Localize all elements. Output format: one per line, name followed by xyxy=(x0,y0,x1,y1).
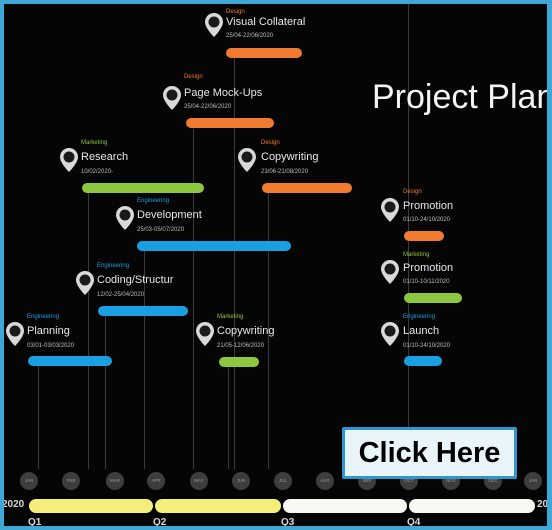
task-dates: 01/10-24/10/2020 xyxy=(403,343,451,349)
task-bar xyxy=(226,48,302,58)
month-marker: JUN xyxy=(232,472,250,490)
project-plan-slide: Project Plan Design Visual Collateral 25… xyxy=(4,4,547,526)
timeline-guide-line xyxy=(193,129,194,469)
task-bar xyxy=(186,118,274,128)
task-dates: 25/04-22/06/2020 xyxy=(226,33,274,39)
task-dates: 01/10-24/10/2020 xyxy=(403,217,451,223)
task-name: Launch xyxy=(403,325,440,337)
task-category: Design xyxy=(226,9,245,15)
location-pin-icon xyxy=(381,260,399,284)
task-category: Design xyxy=(184,74,203,80)
location-pin-icon xyxy=(116,206,134,230)
month-marker: FEB xyxy=(62,472,80,490)
task-name: Coding/Structur xyxy=(97,274,174,286)
year-label-start: 2020 xyxy=(4,499,25,510)
location-pin-icon xyxy=(381,198,399,222)
ad-frame: Project Plan Design Visual Collateral 25… xyxy=(0,0,552,530)
timeline-guide-line xyxy=(88,184,89,469)
location-pin-icon xyxy=(381,322,399,346)
quarter-label: Q1 xyxy=(28,517,42,526)
location-pin-icon xyxy=(60,148,78,172)
task-category: Marketing xyxy=(403,252,430,258)
quarter-label: Q4 xyxy=(407,517,421,526)
month-marker: MAR xyxy=(106,472,124,490)
task-dates: 23/06-21/08/2020 xyxy=(261,169,309,175)
location-pin-icon xyxy=(238,148,256,172)
timeline-guide-line xyxy=(105,309,106,469)
location-pin-icon xyxy=(196,322,214,346)
task-dates: 01/10-10/11/2020 xyxy=(403,279,450,285)
click-here-button[interactable]: Click Here xyxy=(342,427,517,479)
month-marker: APR xyxy=(147,472,165,490)
month-marker: JAN xyxy=(524,472,542,490)
task-category: Design xyxy=(261,140,280,146)
month-marker: JUL xyxy=(274,472,292,490)
task-name: Promotion xyxy=(403,262,454,274)
task-bar xyxy=(82,183,204,193)
task-dates: 03/01-03/03/2020 xyxy=(27,343,75,349)
quarter-bar-q1 xyxy=(29,499,153,513)
task-dates: 25/03-05/07/2020 xyxy=(137,227,185,233)
task-dates: 21/05-12/06/2020 xyxy=(217,343,265,349)
quarter-bar-q3 xyxy=(283,499,407,513)
task-category: Marketing xyxy=(217,314,244,320)
month-marker: MAY xyxy=(190,472,208,490)
task-name: Copywriting xyxy=(217,325,275,337)
task-bar xyxy=(404,231,444,241)
task-bar xyxy=(28,356,112,366)
task-bar xyxy=(262,183,352,193)
month-marker: JAN xyxy=(20,472,38,490)
task-name: Development xyxy=(137,209,202,221)
task-dates: 10/02/2020- xyxy=(81,169,114,175)
task-dates: 25/04-22/06/2020 xyxy=(184,104,232,110)
quarter-bar-q4 xyxy=(409,499,535,513)
task-category: Design xyxy=(403,189,422,195)
page-title: Project Plan xyxy=(372,78,547,116)
month-marker: AUG xyxy=(316,472,334,490)
task-category: Engineering xyxy=(97,263,130,269)
task-category: Marketing xyxy=(81,140,108,146)
task-name: Research xyxy=(81,151,129,163)
task-category: Engineering xyxy=(137,198,170,204)
location-pin-icon xyxy=(205,13,223,37)
task-bar xyxy=(404,356,442,366)
task-category: Engineering xyxy=(27,314,60,320)
task-bar xyxy=(137,241,291,251)
task-category: Engineering xyxy=(403,314,436,320)
task-name: Visual Collateral xyxy=(226,16,306,28)
timeline-guide-line xyxy=(228,364,229,469)
location-pin-icon xyxy=(163,86,181,110)
task-bar xyxy=(404,293,462,303)
year-label-end: 20 xyxy=(537,499,547,510)
task-dates: 12/02-25/04/2020 xyxy=(97,292,145,298)
task-name: Copywriting xyxy=(261,151,319,163)
task-name: Planning xyxy=(27,325,70,337)
quarter-bar-q2 xyxy=(155,499,281,513)
quarter-label: Q2 xyxy=(153,517,167,526)
task-name: Promotion xyxy=(403,200,454,212)
timeline-guide-line xyxy=(38,364,39,469)
task-name: Page Mock-Ups xyxy=(184,87,263,99)
location-pin-icon xyxy=(6,322,24,346)
task-bar xyxy=(219,357,259,367)
quarter-label: Q3 xyxy=(281,517,295,526)
location-pin-icon xyxy=(76,271,94,295)
task-bar xyxy=(98,306,188,316)
